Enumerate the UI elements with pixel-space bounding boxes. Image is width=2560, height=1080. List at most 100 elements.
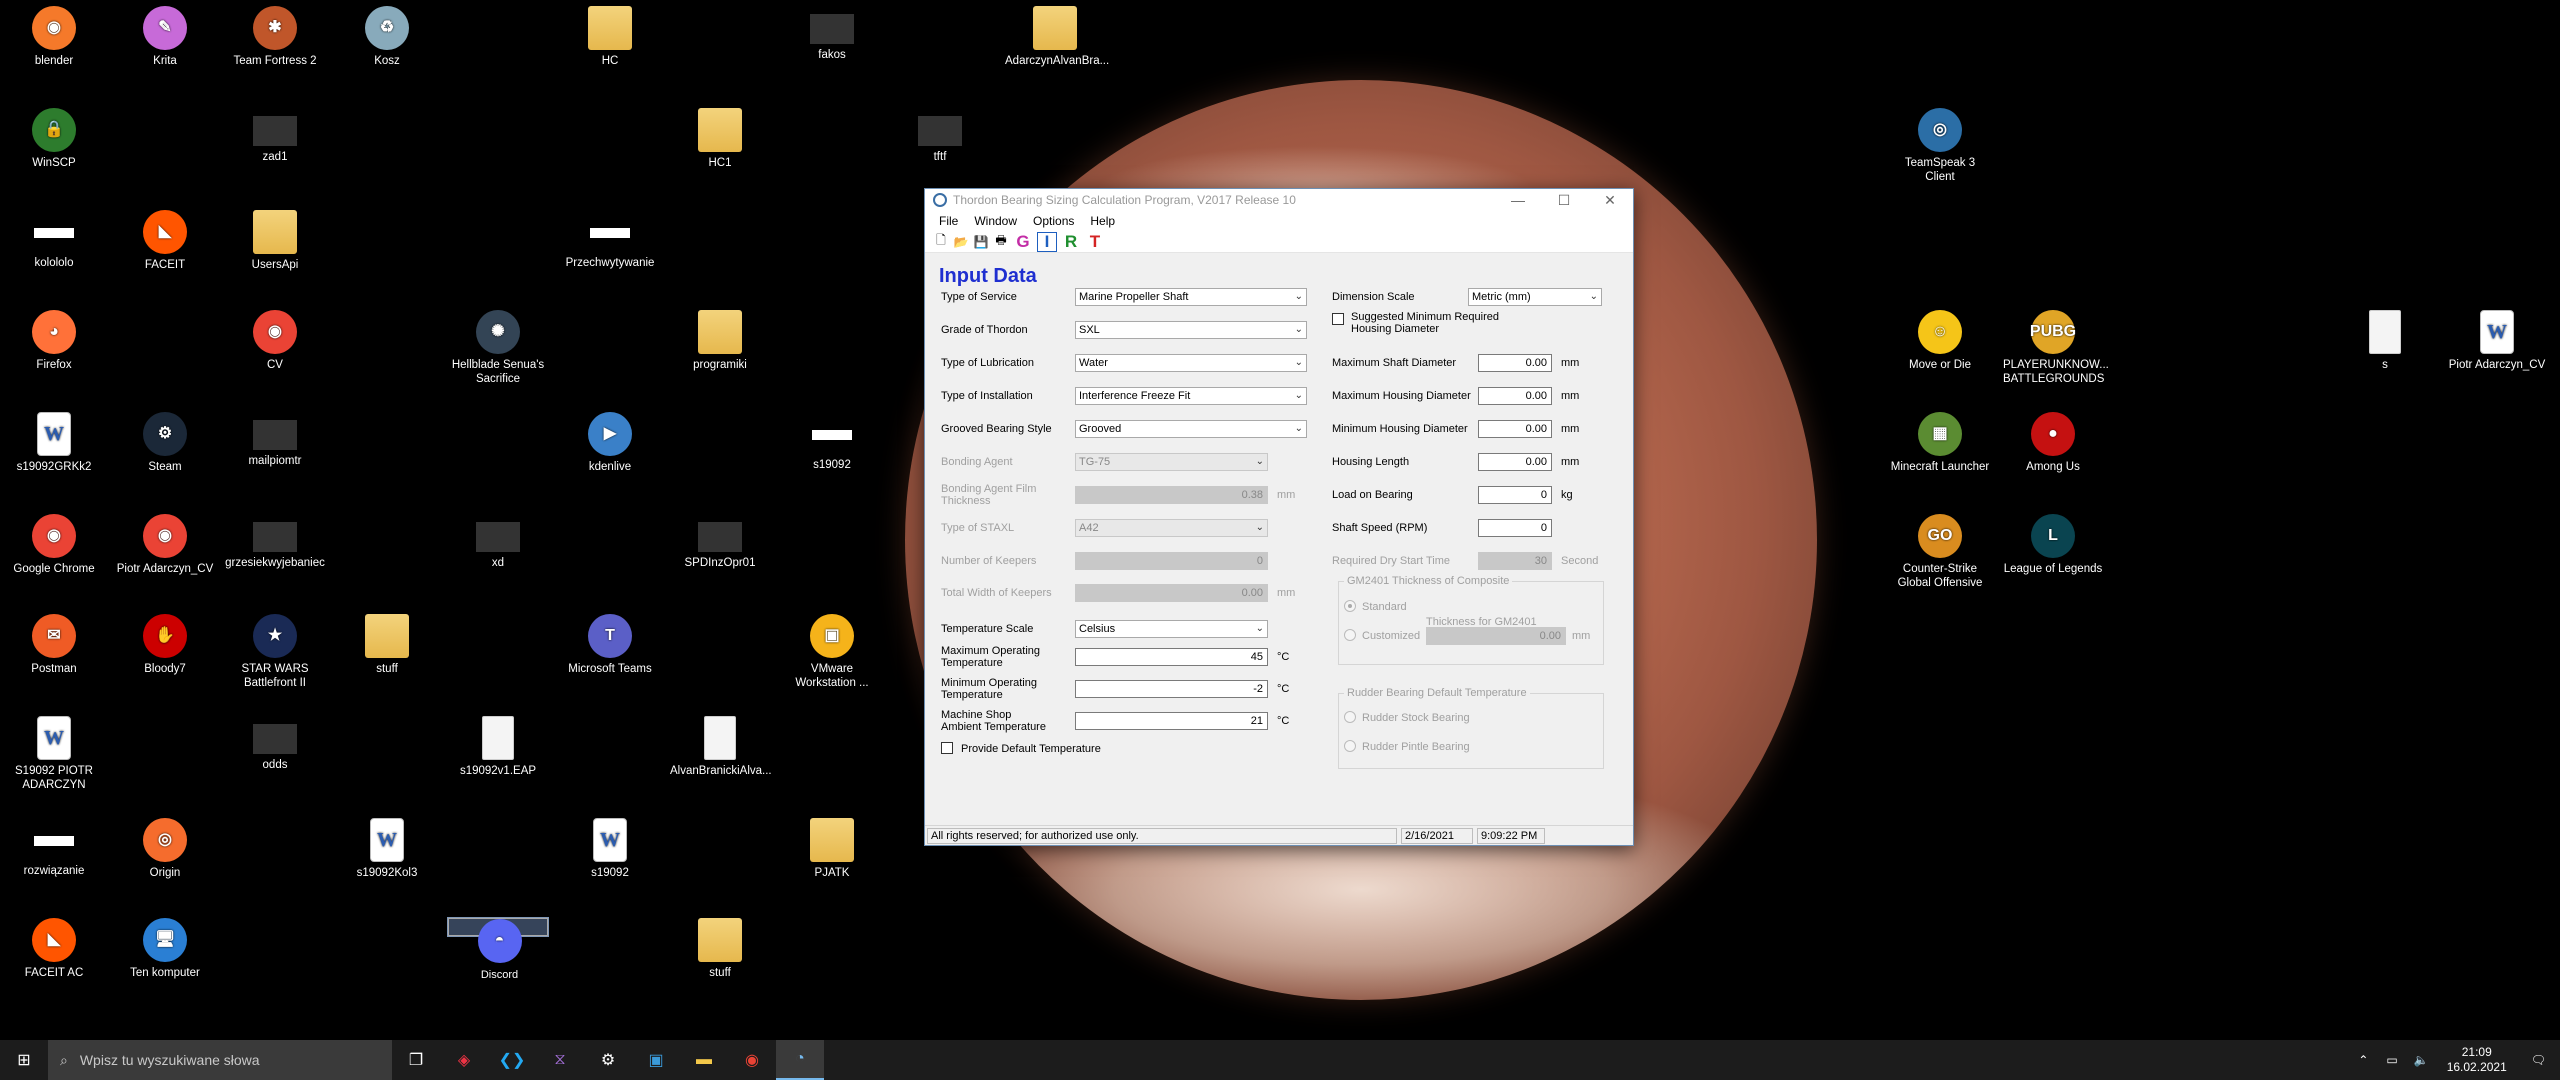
desktop-icon[interactable]: ★ STAR WARS Battlefront II [225, 614, 325, 690]
desktop-icon[interactable]: AdarczynAlvanBra... [1005, 6, 1109, 68]
menu-file[interactable]: File [931, 214, 966, 228]
save-icon[interactable]: 💾 [973, 234, 989, 250]
desktop-icon[interactable]: zad1 [225, 108, 325, 164]
desktop-icon[interactable]: UsersApi [225, 210, 325, 272]
desktop-icon[interactable]: kolololo [4, 210, 104, 270]
desktop-icon[interactable]: ⚙ Steam [115, 412, 215, 474]
desktop-icon[interactable]: ▦ Minecraft Launcher [1890, 412, 1990, 474]
max-shaft-input[interactable]: 0.00 [1478, 354, 1552, 372]
toolbar-t-button[interactable]: T [1085, 232, 1105, 252]
desktop-icon[interactable]: Ws19092 [560, 818, 660, 880]
steam-icon[interactable]: ⚙ [584, 1040, 632, 1080]
desktop-icon[interactable]: ◉ Piotr Adarczyn_CV [115, 514, 215, 576]
desktop-icon[interactable]: PJATK [782, 818, 882, 880]
standard-radio[interactable] [1344, 600, 1356, 612]
desktop-icon[interactable]: SPDInzOpr01 [670, 514, 770, 570]
title-bar[interactable]: Thordon Bearing Sizing Calculation Progr… [925, 189, 1633, 211]
suggested-checkbox[interactable] [1332, 313, 1344, 325]
desktop-icon[interactable]: ◉ blender [4, 6, 104, 68]
desktop-icon[interactable]: GO Counter-Strike Global Offensive [1890, 514, 1990, 590]
desktop-icon[interactable]: ✺ Hellblade Senua's Sacrifice [448, 310, 548, 386]
keepers-input[interactable]: 0 [1075, 552, 1268, 570]
network-icon[interactable]: ▭ [2378, 1053, 2405, 1067]
menu-window[interactable]: Window [966, 214, 1025, 228]
desktop-icon[interactable]: ✎ Krita [115, 6, 215, 68]
desktop-icon[interactable]: ◣ FACEIT AC [4, 918, 104, 980]
desktop-icon[interactable]: ▣ VMware Workstation ... [782, 614, 882, 690]
thickness-gm2401-input[interactable]: 0.00 [1426, 627, 1566, 645]
desktop-icon[interactable]: ☺ Move or Die [1890, 310, 1990, 372]
desktop-icon[interactable]: Ws19092GRKk2 [4, 412, 104, 474]
vscode-icon[interactable]: ❮❯ [488, 1040, 536, 1080]
housing-length-input[interactable]: 0.00 [1478, 453, 1552, 471]
menu-help[interactable]: Help [1082, 214, 1123, 228]
dimension-select[interactable]: Metric (mm) ⌄ [1468, 288, 1602, 306]
desktop-icon[interactable]: T Microsoft Teams [560, 614, 660, 676]
thordon-window[interactable]: Thordon Bearing Sizing Calculation Progr… [924, 188, 1634, 846]
max-housing-input[interactable]: 0.00 [1478, 387, 1552, 405]
app-icon-2[interactable]: ▣ [632, 1040, 680, 1080]
desktop-icon[interactable]: W Piotr Adarczyn_CV [2447, 310, 2547, 372]
desktop-icon[interactable]: ◣ FACEIT [115, 210, 215, 272]
desktop-icon[interactable]: Ws19092Kol3 [337, 818, 437, 880]
max-temp-input[interactable]: 45 [1075, 648, 1268, 666]
visual-studio-icon[interactable]: ⧖ [536, 1040, 584, 1080]
desktop-icon[interactable]: xd [448, 514, 548, 570]
speed-input[interactable]: 0 [1478, 519, 1552, 537]
min-temp-input[interactable]: -2 [1075, 680, 1268, 698]
desktop-icon[interactable]: tftf [890, 108, 990, 164]
desktop-icon[interactable]: HC1 [670, 108, 770, 170]
temp-scale-select[interactable]: Celsius ⌄ [1075, 620, 1268, 638]
maximize-button[interactable]: ☐ [1541, 189, 1587, 211]
desktop-icon[interactable]: rozwiązanie [4, 818, 104, 878]
desktop-icon[interactable]: grzesiekwyjebaniec [225, 514, 325, 570]
desktop-icon[interactable]: ✋ Bloody7 [115, 614, 215, 676]
start-button[interactable]: ⊞ [0, 1040, 48, 1080]
close-button[interactable]: ✕ [1587, 189, 1633, 211]
toolbar-g-button[interactable]: G [1013, 232, 1033, 252]
notification-icon[interactable]: 🗨 [2517, 1053, 2560, 1067]
desktop-icon[interactable]: ◓ Discord [447, 917, 549, 981]
dry-start-input[interactable]: 30 [1478, 552, 1552, 570]
keepers-width-input[interactable]: 0.00 [1075, 584, 1268, 602]
desktop-icon[interactable]: s19092v1.EAP [448, 716, 548, 778]
desktop-icon[interactable]: fakos [782, 6, 882, 62]
desktop-icon[interactable]: ✉ Postman [4, 614, 104, 676]
desktop-icon[interactable]: ● Among Us [2003, 412, 2103, 474]
lubrication-select[interactable]: Water ⌄ [1075, 354, 1307, 372]
shop-temp-input[interactable]: 21 [1075, 712, 1268, 730]
customized-radio[interactable] [1344, 629, 1356, 641]
desktop-icon[interactable]: odds [225, 716, 325, 772]
search-box[interactable]: ⌕ Wpisz tu wyszukiwane słowa [48, 1040, 392, 1080]
desktop-icon[interactable]: stuff [670, 918, 770, 980]
desktop-icon[interactable]: W S19092 PIOTR ADARCZYN [4, 716, 104, 792]
bonding-thickness-input[interactable]: 0.38 [1075, 486, 1268, 504]
open-folder-icon[interactable]: 📂 [953, 234, 969, 250]
desktop-icon[interactable]: PUBG PLAYERUNKNOW... BATTLEGROUNDS [2003, 310, 2109, 386]
grade-select[interactable]: SXL ⌄ [1075, 321, 1307, 339]
clock[interactable]: 21:09 16.02.2021 [2437, 1045, 2517, 1075]
desktop-icon[interactable]: ✱ Team Fortress 2 [225, 6, 325, 68]
app-icon-1[interactable]: ◈ [440, 1040, 488, 1080]
minimize-button[interactable]: — [1495, 189, 1541, 211]
desktop-icon[interactable]: mailpiomtr [225, 412, 325, 468]
type-of-service-select[interactable]: Marine Propeller Shaft ⌄ [1075, 288, 1307, 306]
toolbar-i-button[interactable]: I [1037, 231, 1057, 252]
desktop-icon[interactable]: ◉ Google Chrome [4, 514, 104, 576]
thordon-taskbar-icon[interactable]: ◔ [776, 1040, 824, 1080]
groove-select[interactable]: Grooved ⌄ [1075, 420, 1307, 438]
desktop-icon[interactable]: stuff [337, 614, 437, 676]
desktop-icon[interactable]: 🔒 WinSCP [4, 108, 104, 170]
desktop-icon[interactable]: ◉ CV [225, 310, 325, 372]
desktop-icon[interactable]: 🖥 Ten komputer [115, 918, 215, 980]
desktop-icon[interactable]: ◎ Origin [115, 818, 215, 880]
task-view-icon[interactable]: ❐ [392, 1040, 440, 1080]
min-housing-input[interactable]: 0.00 [1478, 420, 1552, 438]
desktop-icon[interactable]: s [2335, 310, 2435, 372]
desktop-icon[interactable]: programiki [670, 310, 770, 372]
installation-select[interactable]: Interference Freeze Fit ⌄ [1075, 387, 1307, 405]
chevron-up-icon[interactable]: ⌃ [2348, 1053, 2378, 1067]
bonding-agent-select[interactable]: TG-75 ⌄ [1075, 453, 1268, 471]
file-explorer-icon[interactable]: ▬ [680, 1040, 728, 1080]
menu-options[interactable]: Options [1025, 214, 1082, 228]
